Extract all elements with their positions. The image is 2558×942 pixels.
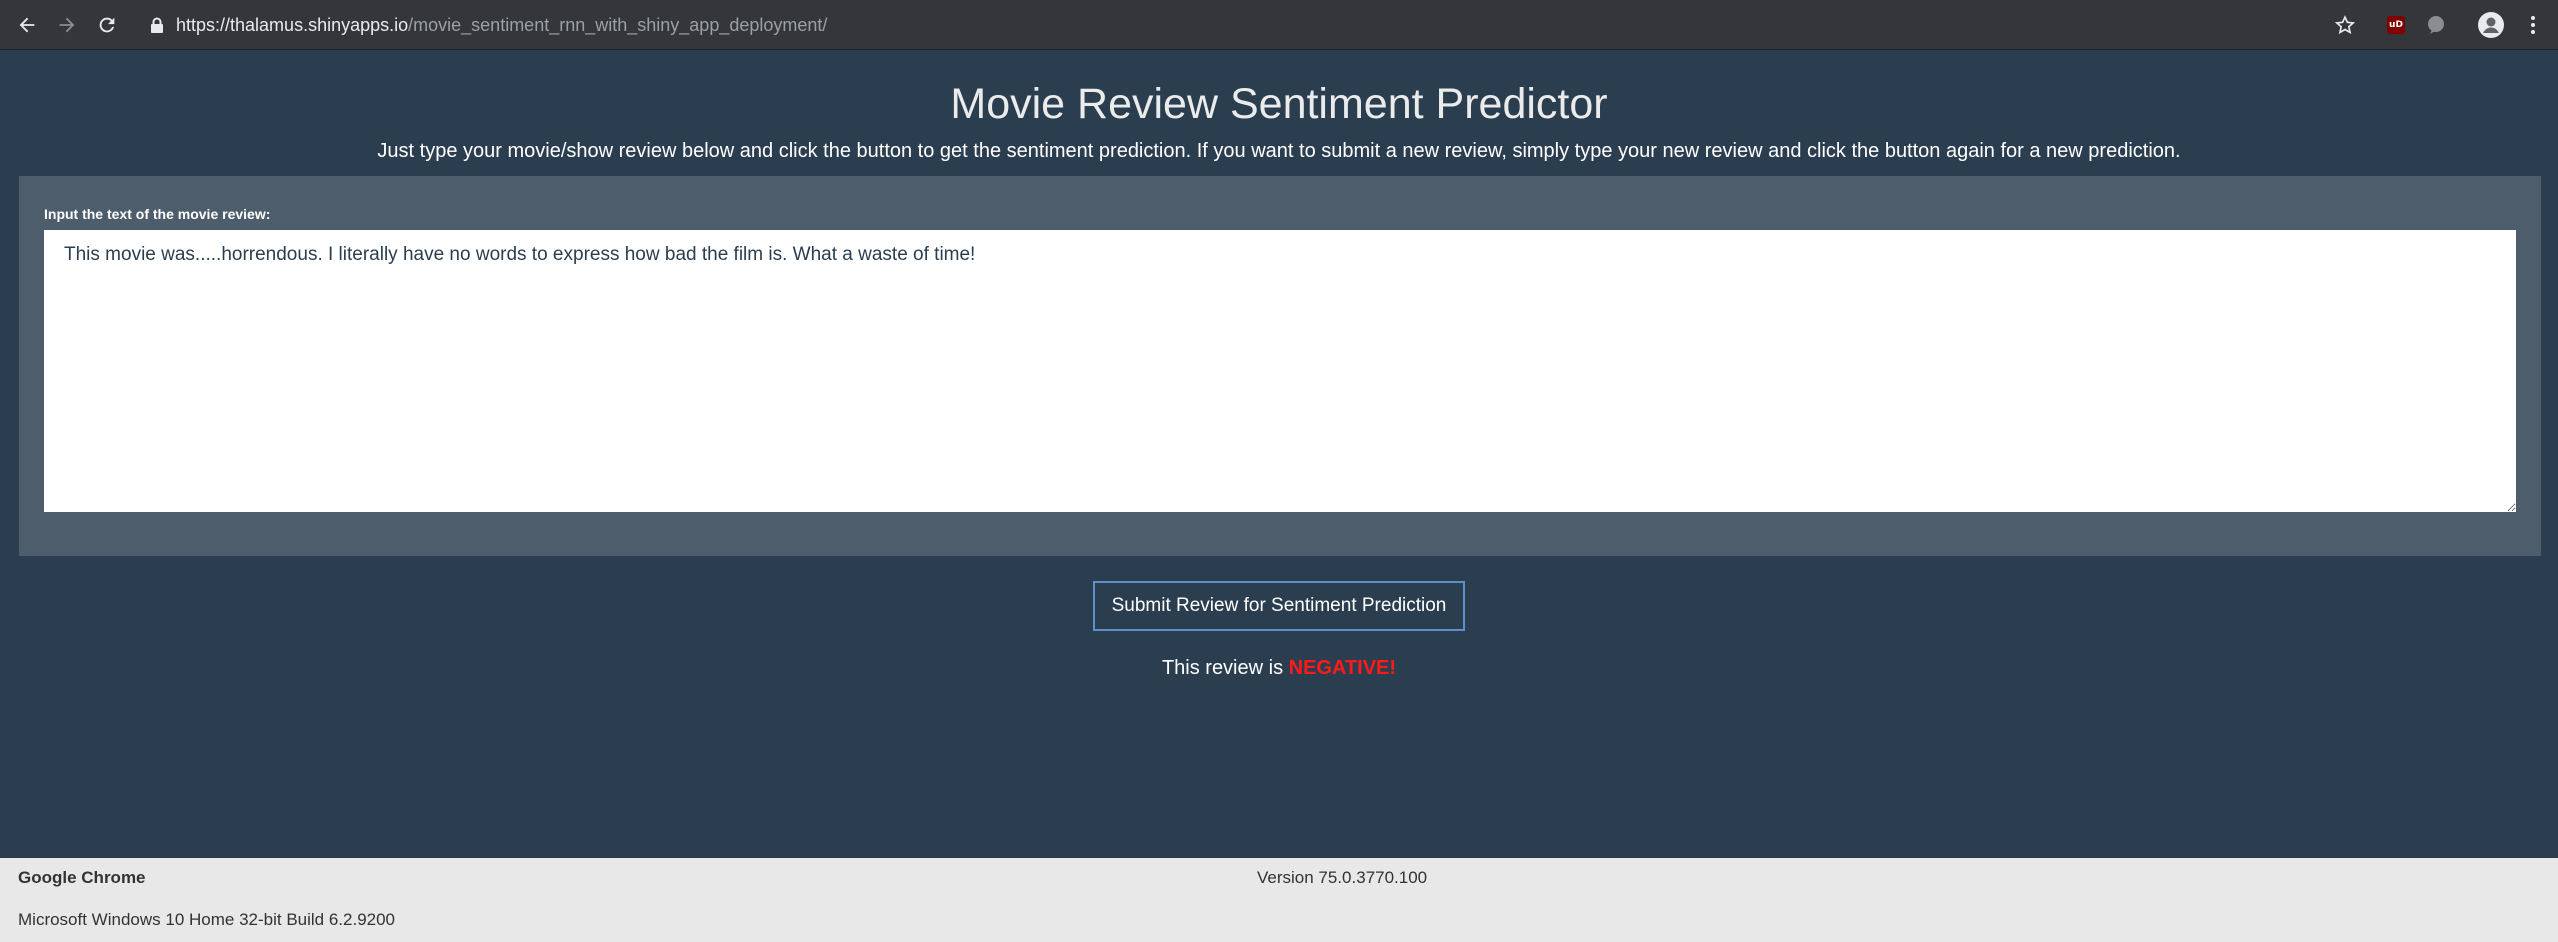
back-button[interactable] [10, 8, 44, 42]
review-input-label: Input the text of the movie review: [44, 206, 271, 222]
avatar-icon [2478, 12, 2504, 38]
forward-arrow-icon [59, 17, 75, 33]
review-textarea[interactable]: This movie was.....horrendous. I literal… [44, 230, 2516, 512]
forward-button[interactable] [50, 8, 84, 42]
star-icon [2335, 15, 2355, 35]
app-page: Movie Review Sentiment Predictor Just ty… [0, 50, 2558, 858]
page-title: Movie Review Sentiment Predictor [950, 80, 1608, 128]
ublock-extension-button[interactable]: uD [2381, 10, 2411, 40]
prediction-result: This review is NEGATIVE! [0, 655, 2558, 681]
page-subtitle: Just type your movie/show review below a… [377, 140, 2181, 162]
url-text: https://thalamus.shinyapps.io/movie_sent… [176, 15, 827, 36]
submit-review-button[interactable]: Submit Review for Sentiment Prediction [1093, 581, 1465, 631]
bookmark-star-button[interactable] [2330, 10, 2360, 40]
input-panel: Input the text of the movie review: This… [19, 176, 2541, 556]
reload-button[interactable] [90, 8, 124, 42]
extension-button[interactable] [2421, 10, 2451, 40]
system-info-bar: Google Chrome Version 75.0.3770.100 Micr… [0, 858, 2558, 942]
address-bar[interactable]: https://thalamus.shinyapps.io/movie_sent… [136, 7, 2336, 43]
menu-button[interactable] [2518, 10, 2548, 40]
reload-icon [99, 17, 115, 33]
ublock-shield-icon: uD [2387, 16, 2405, 34]
back-arrow-icon [19, 17, 35, 33]
browser-name: Google Chrome [18, 868, 146, 887]
profile-button[interactable] [2476, 10, 2506, 40]
chat-bubble-icon [2428, 16, 2444, 34]
os-info: Microsoft Windows 10 Home 32-bit Build 6… [18, 910, 396, 929]
url-path: /movie_sentiment_rnn_with_shiny_app_depl… [408, 14, 828, 35]
browser-version: Version 75.0.3770.100 [1257, 868, 1428, 887]
lock-icon [151, 17, 163, 33]
result-sentiment: NEGATIVE! [1288, 657, 1397, 679]
result-prefix: This review is [1161, 657, 1289, 679]
kebab-menu-icon [2531, 16, 2535, 34]
url-host: https://thalamus.shinyapps.io [176, 14, 409, 35]
browser-toolbar: https://thalamus.shinyapps.io/movie_sent… [0, 0, 2558, 50]
